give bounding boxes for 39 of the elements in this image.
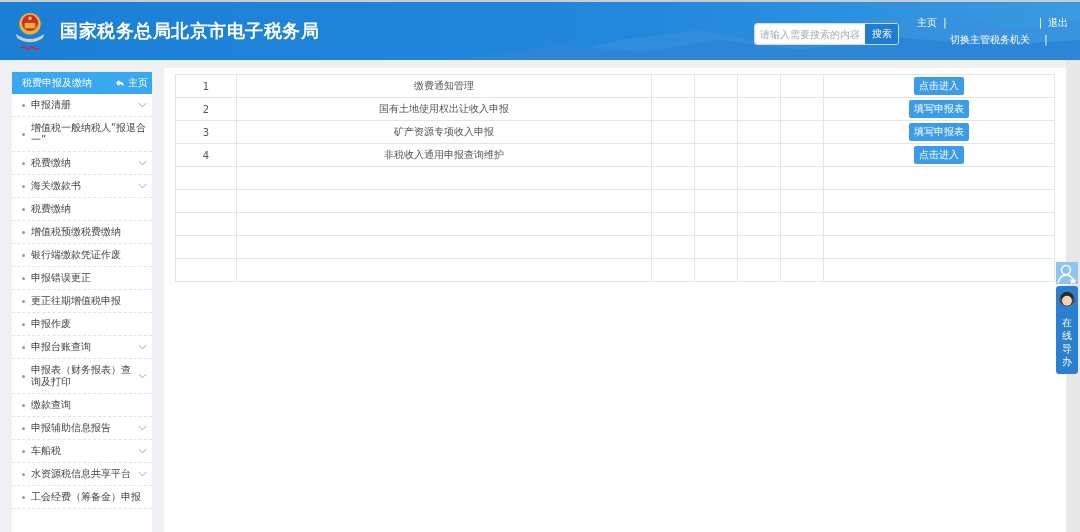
reply-arrow-icon — [115, 79, 125, 87]
sidebar-item[interactable]: 申报台账查询 — [12, 336, 152, 359]
link-separator: | — [1038, 17, 1042, 28]
user-icon[interactable] — [1056, 262, 1078, 284]
table-cell: 4 — [175, 143, 237, 167]
table-cell — [175, 189, 237, 213]
sidebar-item[interactable]: 申报作废 — [12, 313, 152, 336]
sidebar-item[interactable]: 申报错误更正 — [12, 267, 152, 290]
sidebar-item[interactable]: 海关缴款书 — [12, 175, 152, 198]
table-cell: 缴费通知管理 — [236, 74, 652, 98]
sidebar-item[interactable]: 车船税 — [12, 440, 152, 463]
sidebar-item[interactable]: 缴款查询 — [12, 394, 152, 417]
sidebar-item[interactable]: 申报表（财务报表）查询及打印 — [12, 359, 152, 394]
table-cell: 非税收入通用申报查询维护 — [236, 143, 652, 167]
table-cell — [175, 235, 237, 259]
table-cell — [175, 212, 237, 236]
sidebar-item[interactable]: 申报辅助信息报告 — [12, 417, 152, 440]
sidebar-item[interactable]: 更正往期增值税申报 — [12, 290, 152, 313]
online-guide-button[interactable]: 在线导办 — [1056, 286, 1078, 374]
avatar-icon — [1058, 290, 1076, 308]
sidebar-item[interactable]: 申报清册 — [12, 94, 152, 117]
table-cell — [175, 166, 237, 190]
sidebar-item[interactable]: 银行端缴款凭证作废 — [12, 244, 152, 267]
sidebar-item[interactable]: 水资源税信息共享平台 — [12, 463, 152, 486]
table-cell: 3 — [175, 120, 237, 144]
sidebar-item[interactable]: 工会经费（筹备金）申报 — [12, 486, 152, 509]
link-separator: | — [1044, 34, 1048, 45]
sidebar-item[interactable]: 增值税预缴税费缴纳 — [12, 221, 152, 244]
link-separator: | — [943, 17, 947, 28]
sidebar-item[interactable]: 税费缴纳 — [12, 152, 152, 175]
sidebar-item[interactable]: 税费缴纳 — [12, 198, 152, 221]
table-cell: 国有土地使用权出让收入申报 — [236, 97, 652, 121]
sidebar-title: 税费申报及缴纳 — [22, 76, 92, 90]
table-cell: 2 — [175, 97, 237, 121]
sidebar-item[interactable]: 增值税一般纳税人“报退合一” — [12, 117, 152, 152]
table-cell: 1 — [175, 74, 237, 98]
table-cell — [175, 258, 237, 282]
table-cell: 矿产资源专项收入申报 — [236, 120, 652, 144]
site-title: 国家税务总局北京市电子税务局 — [60, 19, 319, 43]
